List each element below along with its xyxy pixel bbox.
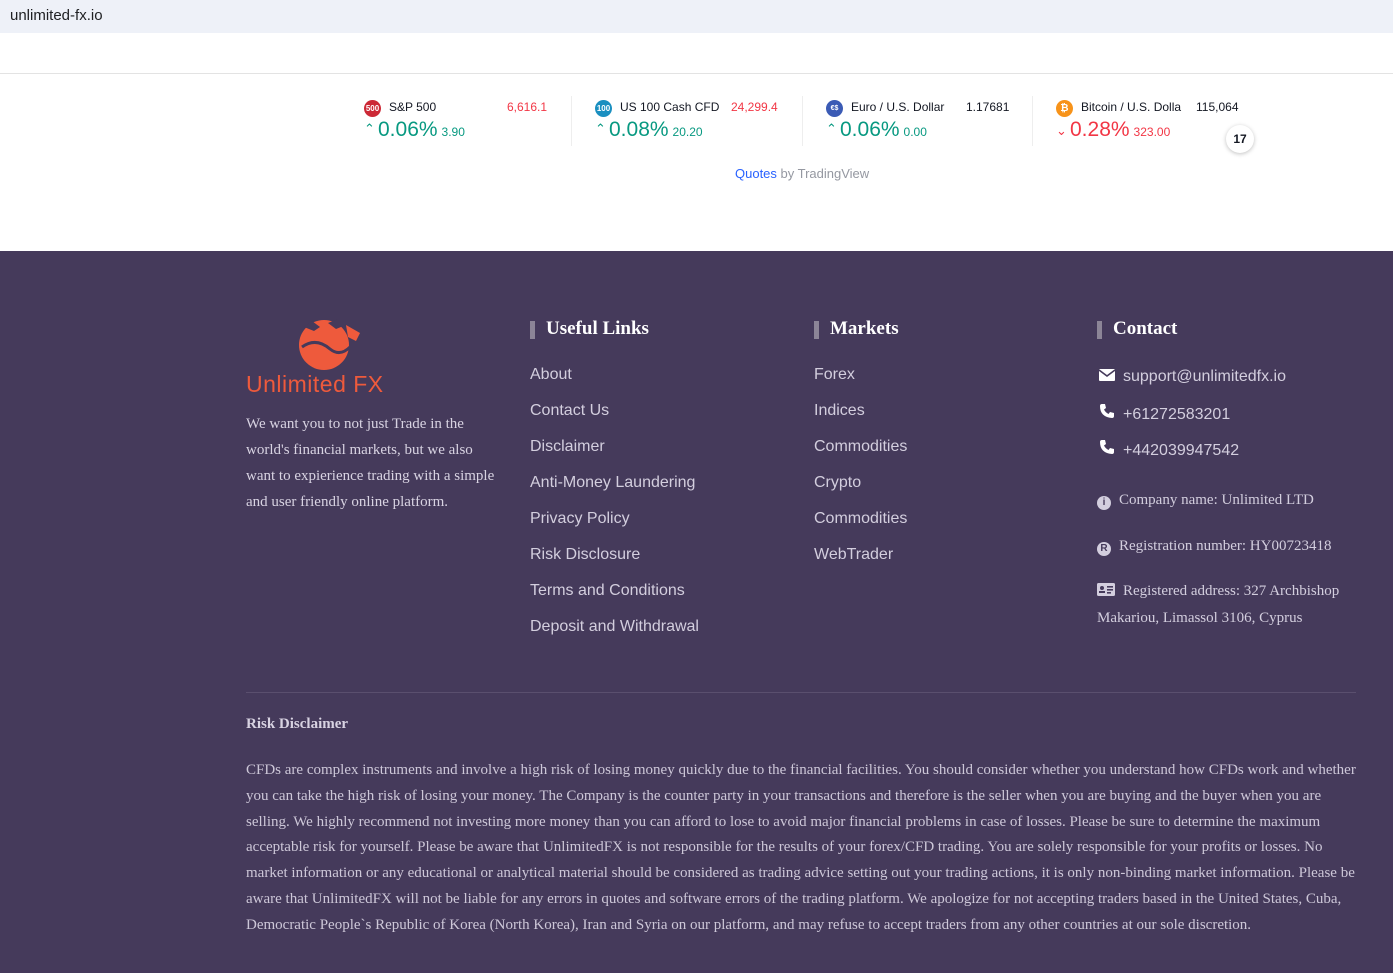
registration-number: R Registration number: HY00723418 [1097,533,1357,559]
attribution-text: by TradingView [776,166,870,181]
footer-link-aml[interactable]: Anti-Money Laundering [530,474,699,510]
phone-text[interactable]: +61272583201 [1123,406,1230,423]
registration-text: Registration number: HY00723418 [1119,538,1332,554]
eurusd-flag-icon: €$ [826,100,843,117]
arrow-up-icon: ⌃ [826,121,837,136]
contact-heading: Contact [1097,318,1177,340]
risk-disclaimer-text: CFDs are complex instruments and involve… [246,762,1356,933]
risk-disclaimer-title: Risk Disclaimer [246,716,349,732]
market-link-forex[interactable]: Forex [814,366,907,402]
footer-link-disclaimer[interactable]: Disclaimer [530,438,699,474]
ticker-name: S&P 500 [389,100,437,114]
contact-phone-1[interactable]: +61272583201 [1097,403,1230,424]
ticker-change-abs: 323.00 [1133,125,1171,139]
registered-address: Registered address: 327 Archbishop Makar… [1097,578,1357,631]
phone-icon [1097,439,1117,460]
tradingview-logo-icon[interactable]: 17 [1226,125,1254,153]
brand-logo[interactable]: Unlimited FX [246,315,416,397]
ticker-item-eurusd[interactable]: €$ Euro / U.S. Dollar 1.17681 ⌃ 0.06% 0.00 [826,98,1011,148]
useful-links-heading: Useful Links [530,318,649,340]
us100-icon: 100 [595,100,612,117]
address-bar[interactable]: unlimited-fx.io [0,0,1393,33]
footer-divider [246,692,1356,693]
envelope-icon [1097,368,1117,386]
ticker-price: 1.17681 [966,100,1010,114]
contact-phone-2[interactable]: +442039947542 [1097,439,1239,460]
ticker-price: 24,299.4 [731,100,778,114]
company-name: i Company name: Unlimited LTD [1097,487,1357,513]
ticker-price: 6,616.1 [507,100,548,114]
market-link-crypto[interactable]: Crypto [814,474,907,510]
footer-link-terms[interactable]: Terms and Conditions [530,582,699,618]
footer-link-about[interactable]: About [530,366,699,402]
site-footer: Unlimited FX We want you to not just Tra… [0,251,1393,973]
tradingview-attribution: Quotes by TradingView [735,166,869,181]
ticker-change-abs: 3.90 [441,125,465,139]
arrow-up-icon: ⌃ [595,121,606,136]
ticker-name: Bitcoin / U.S. Dolla [1081,100,1182,114]
ticker-change: ⌄ 0.28% 323.00 [1056,118,1170,142]
ticker-change: ⌃ 0.06% 0.00 [826,118,927,142]
market-link-webtrader[interactable]: WebTrader [814,546,907,582]
ticker-change-pct: 0.06% [840,118,900,141]
footer-link-privacy[interactable]: Privacy Policy [530,510,699,546]
useful-links-list: About Contact Us Disclaimer Anti-Money L… [530,366,699,654]
registered-icon: R [1097,542,1111,556]
ticker-tape: 500 S&P 500 6,616.1 ⌃ 0.06% 3.90 100 US 10… [0,74,1393,251]
url-text[interactable]: unlimited-fx.io [10,7,103,24]
phone-text[interactable]: +442039947542 [1123,442,1239,459]
ticker-name: US 100 Cash CFD [620,100,720,114]
markets-list: Forex Indices Commodities Crypto Commodi… [814,366,907,582]
phone-icon [1097,403,1117,424]
bull-logo-icon [299,319,360,370]
markets-heading: Markets [814,318,899,340]
ticker-change-pct: 0.06% [378,118,438,141]
info-icon: i [1097,496,1111,510]
ticker-change: ⌃ 0.06% 3.90 [364,118,465,142]
market-link-commodities-2[interactable]: Commodities [814,510,907,546]
arrow-up-icon: ⌃ [364,121,375,136]
arrow-down-icon: ⌄ [1056,123,1067,138]
ticker-change-pct: 0.28% [1070,118,1130,141]
footer-link-deposit[interactable]: Deposit and Withdrawal [530,618,699,654]
id-card-icon [1097,579,1115,605]
ticker-change-abs: 0.00 [903,125,927,139]
ticker-separator [571,96,572,146]
ticker-separator [1032,96,1033,146]
market-link-indices[interactable]: Indices [814,402,907,438]
ticker-name: Euro / U.S. Dollar [851,100,945,114]
bitcoin-icon: ₿ [1056,100,1073,117]
ticker-change: ⌃ 0.08% 20.20 [595,118,703,142]
market-link-commodities[interactable]: Commodities [814,438,907,474]
footer-link-risk[interactable]: Risk Disclosure [530,546,699,582]
ticker-price: 115,064 [1196,100,1239,114]
email-text[interactable]: support@unlimitedfx.io [1123,368,1286,385]
ticker-item-btcusd[interactable]: ₿ Bitcoin / U.S. Dolla 115,064 ⌄ 0.28% 323… [1056,98,1241,148]
contact-email[interactable]: support@unlimitedfx.io [1097,368,1286,386]
address-text: Registered address: 327 Archbishop Makar… [1097,583,1340,626]
quotes-link[interactable]: Quotes [735,166,777,181]
about-text: We want you to not just Trade in the wor… [246,416,495,510]
footer-link-contact-us[interactable]: Contact Us [530,402,699,438]
ticker-separator [802,96,803,146]
sp500-icon: 500 [364,100,381,117]
ticker-change-abs: 20.20 [672,125,703,139]
ticker-change-pct: 0.08% [609,118,669,141]
ticker-item-sp500[interactable]: 500 S&P 500 6,616.1 ⌃ 0.06% 3.90 [364,98,549,148]
company-name-text: Company name: Unlimited LTD [1119,492,1314,508]
ticker-item-us100[interactable]: 100 US 100 Cash CFD 24,299.4 ⌃ 0.08% 20.20 [595,98,780,148]
brand-name: Unlimited FX [246,371,384,397]
